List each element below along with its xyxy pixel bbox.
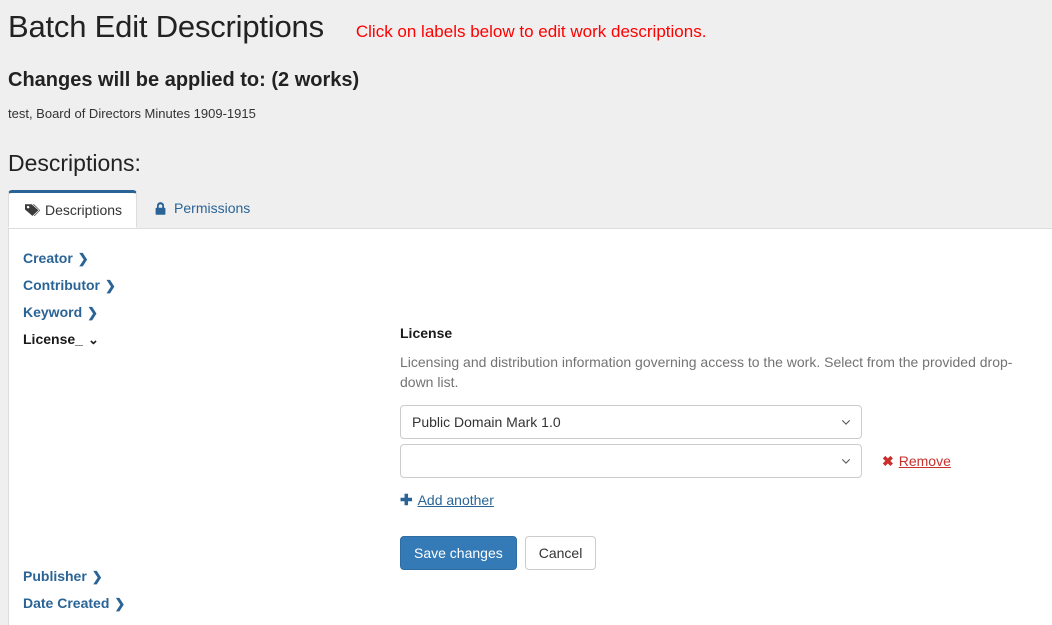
field-link-creator-label: Creator — [23, 250, 73, 266]
chevron-right-icon: ❯ — [77, 251, 89, 266]
chevron-right-icon: ❯ — [114, 596, 126, 611]
field-link-license[interactable]: License_ ⌄ — [23, 326, 393, 353]
license-row-1: Public Domain Mark 1.0 — [400, 405, 1040, 439]
field-list-bottom: Publisher ❯ Date Created ❯ — [23, 563, 393, 617]
chevron-right-icon: ❯ — [87, 305, 99, 320]
tag-icon — [23, 202, 40, 219]
license-heading: License — [400, 325, 453, 341]
cancel-button[interactable]: Cancel — [524, 536, 597, 570]
field-link-contributor[interactable]: Contributor ❯ — [23, 272, 393, 299]
field-link-date-created-label: Date Created — [23, 595, 110, 611]
license-select-1-value: Public Domain Mark 1.0 — [412, 414, 561, 430]
field-link-publisher-label: Publisher — [23, 568, 87, 584]
field-link-license-label: License_ — [23, 331, 83, 347]
license-help-text: Licensing and distribution information g… — [400, 354, 1013, 390]
save-changes-button[interactable]: Save changes — [400, 536, 517, 570]
applied-to-heading: Changes will be applied to: (2 works) — [8, 69, 360, 91]
field-link-contributor-label: Contributor — [23, 277, 100, 293]
field-link-date-created[interactable]: Date Created ❯ — [23, 590, 393, 617]
remove-license-label: Remove — [898, 453, 951, 469]
add-another-label: Add another — [417, 492, 494, 508]
form-actions: Save changes Cancel — [400, 536, 1040, 570]
license-select-1[interactable]: Public Domain Mark 1.0 — [400, 405, 862, 439]
chevron-down-icon — [841, 420, 851, 425]
tab-permissions-label: Permissions — [174, 200, 251, 216]
lock-icon — [152, 200, 169, 217]
field-link-keyword[interactable]: Keyword ❯ — [23, 299, 393, 326]
tab-bar: Descriptions Permissions — [8, 190, 1052, 228]
page-header: Batch Edit Descriptions Click on labels … — [0, 0, 1052, 46]
chevron-right-icon: ❯ — [91, 569, 103, 584]
descriptions-section-label: Descriptions: — [8, 150, 141, 176]
remove-license-link[interactable]: ✖ Remove — [882, 453, 951, 469]
license-row-2: ✖ Remove — [400, 444, 1040, 478]
license-detail-pane: License Licensing and distribution infor… — [400, 325, 1040, 570]
page-title: Batch Edit Descriptions — [8, 9, 324, 44]
add-another-link[interactable]: ✚ Add another — [400, 492, 494, 508]
field-link-keyword-label: Keyword — [23, 304, 83, 320]
close-icon: ✖ — [882, 453, 894, 469]
chevron-right-icon: ❯ — [104, 278, 116, 293]
tab-permissions[interactable]: Permissions — [137, 190, 265, 227]
field-link-creator[interactable]: Creator ❯ — [23, 245, 393, 272]
works-list: test, Board of Directors Minutes 1909-19… — [8, 106, 256, 121]
tab-descriptions-label: Descriptions — [45, 201, 123, 218]
descriptions-panel: Creator ❯ Contributor ❯ Keyword ❯ License_ ⌄… — [8, 228, 1052, 625]
plus-icon: ✚ — [400, 491, 413, 509]
field-link-publisher[interactable]: Publisher ❯ — [23, 563, 393, 590]
chevron-down-icon — [841, 459, 851, 464]
license-select-2[interactable] — [400, 444, 862, 478]
field-list-top: Creator ❯ Contributor ❯ Keyword ❯ License_ ⌄ — [23, 245, 393, 353]
tab-descriptions[interactable]: Descriptions — [8, 190, 138, 228]
chevron-down-icon: ⌄ — [87, 332, 99, 347]
header-hint: Click on labels below to edit work descr… — [355, 22, 707, 41]
